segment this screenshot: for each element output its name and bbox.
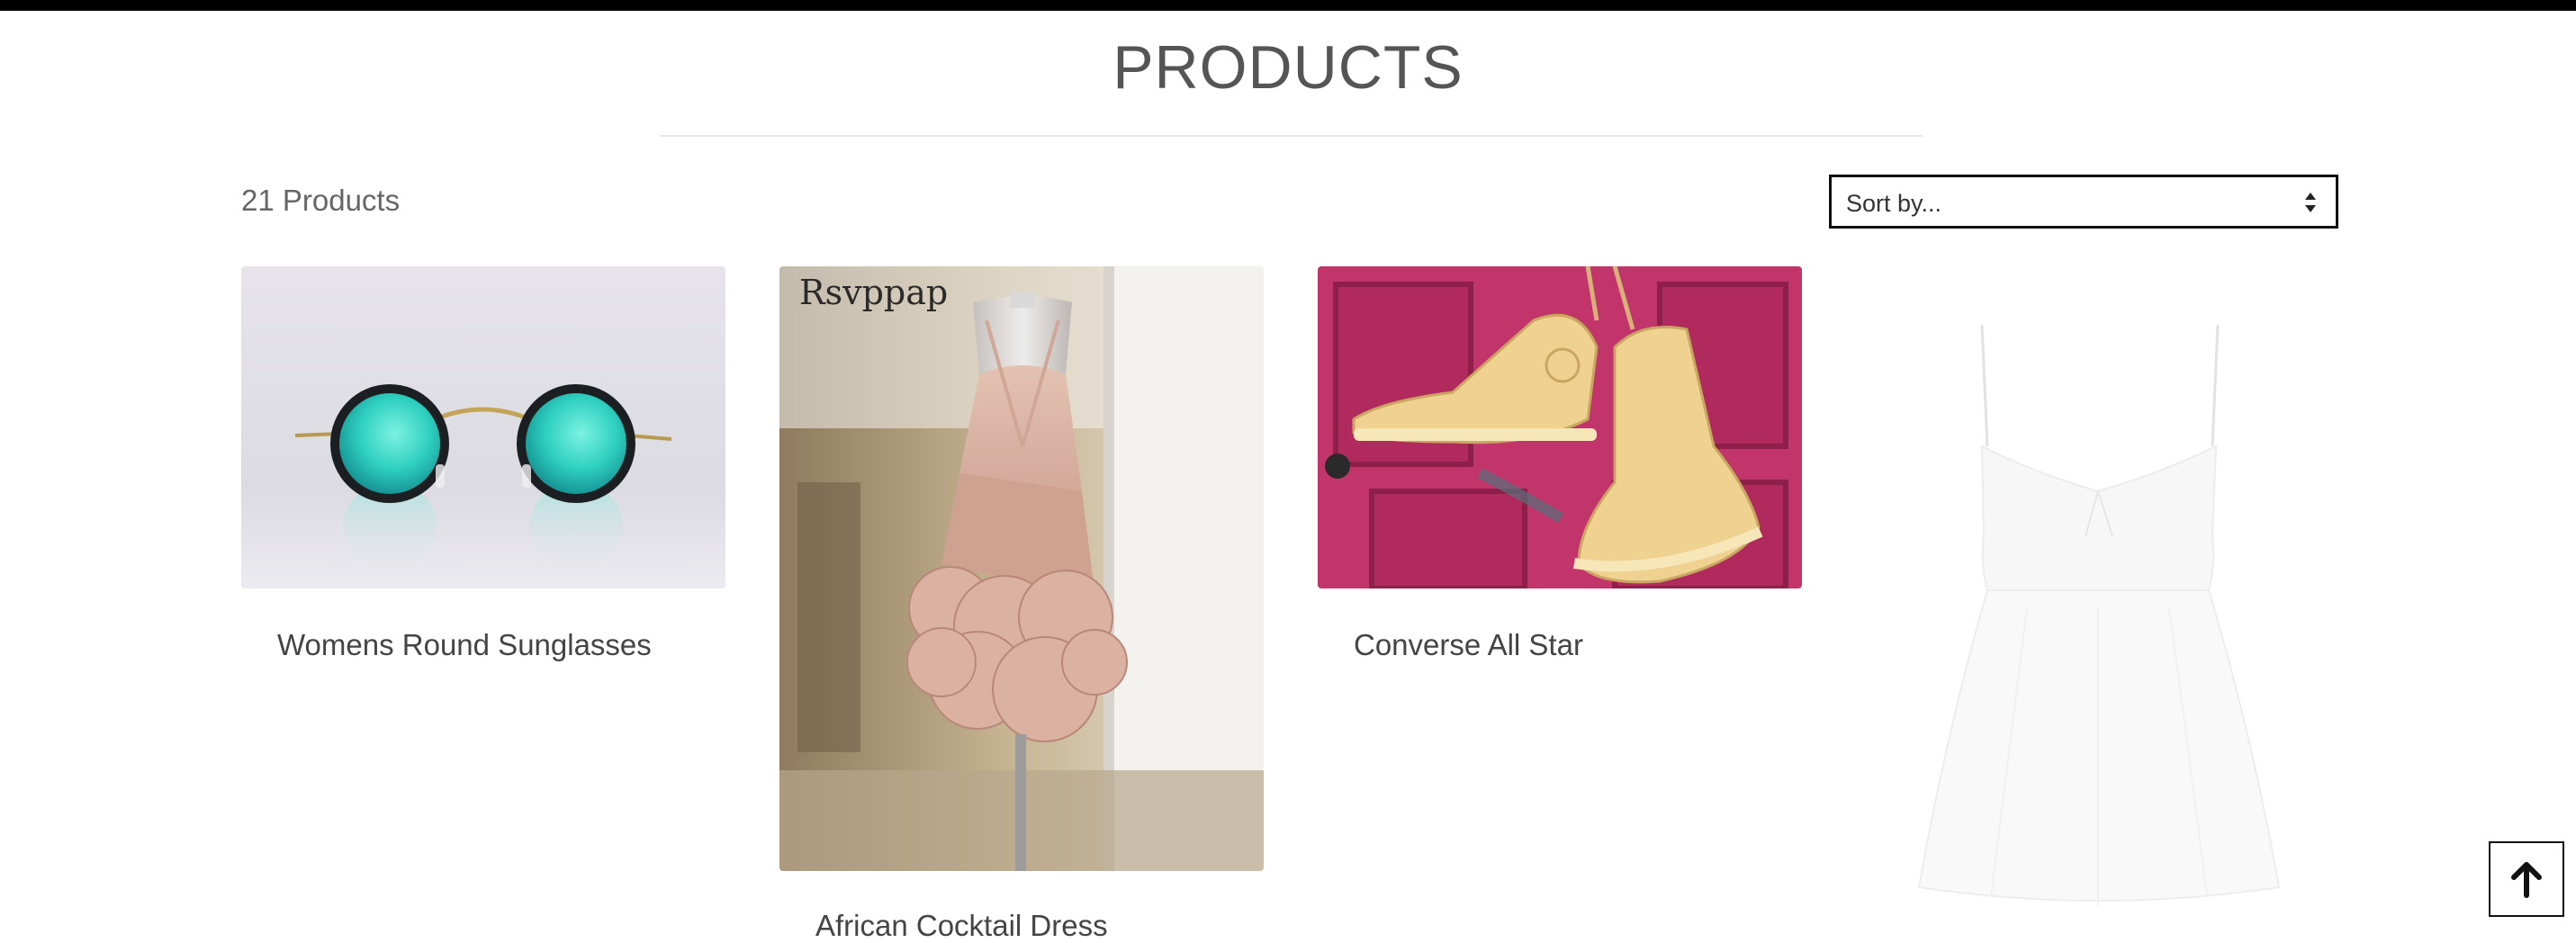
page-title: PRODUCTS bbox=[1112, 33, 1464, 102]
product-count: 21 Products bbox=[241, 184, 401, 217]
product-image-white-dress[interactable] bbox=[1856, 266, 2340, 921]
product-image-converse[interactable] bbox=[1318, 266, 1802, 588]
sort-arrows-icon bbox=[2305, 193, 2316, 212]
arrow-up-icon bbox=[2511, 862, 2542, 898]
sort-select-value: Sort by... bbox=[1846, 190, 1942, 217]
back-to-top-button[interactable] bbox=[2489, 841, 2564, 917]
product-image-cocktail-dress[interactable]: Rsvppap bbox=[779, 266, 1264, 871]
product-name[interactable]: Converse All Star bbox=[1354, 628, 1583, 662]
dress-watermark: Rsvppap bbox=[799, 273, 948, 312]
top-bar bbox=[0, 0, 2576, 11]
product-name[interactable]: Womens Round Sunglasses bbox=[277, 628, 652, 662]
product-image-sunglasses[interactable] bbox=[241, 266, 725, 588]
sort-select[interactable]: Sort by... bbox=[1829, 175, 2338, 229]
title-divider bbox=[660, 135, 1923, 137]
product-name[interactable]: African Cocktail Dress bbox=[815, 909, 1108, 943]
